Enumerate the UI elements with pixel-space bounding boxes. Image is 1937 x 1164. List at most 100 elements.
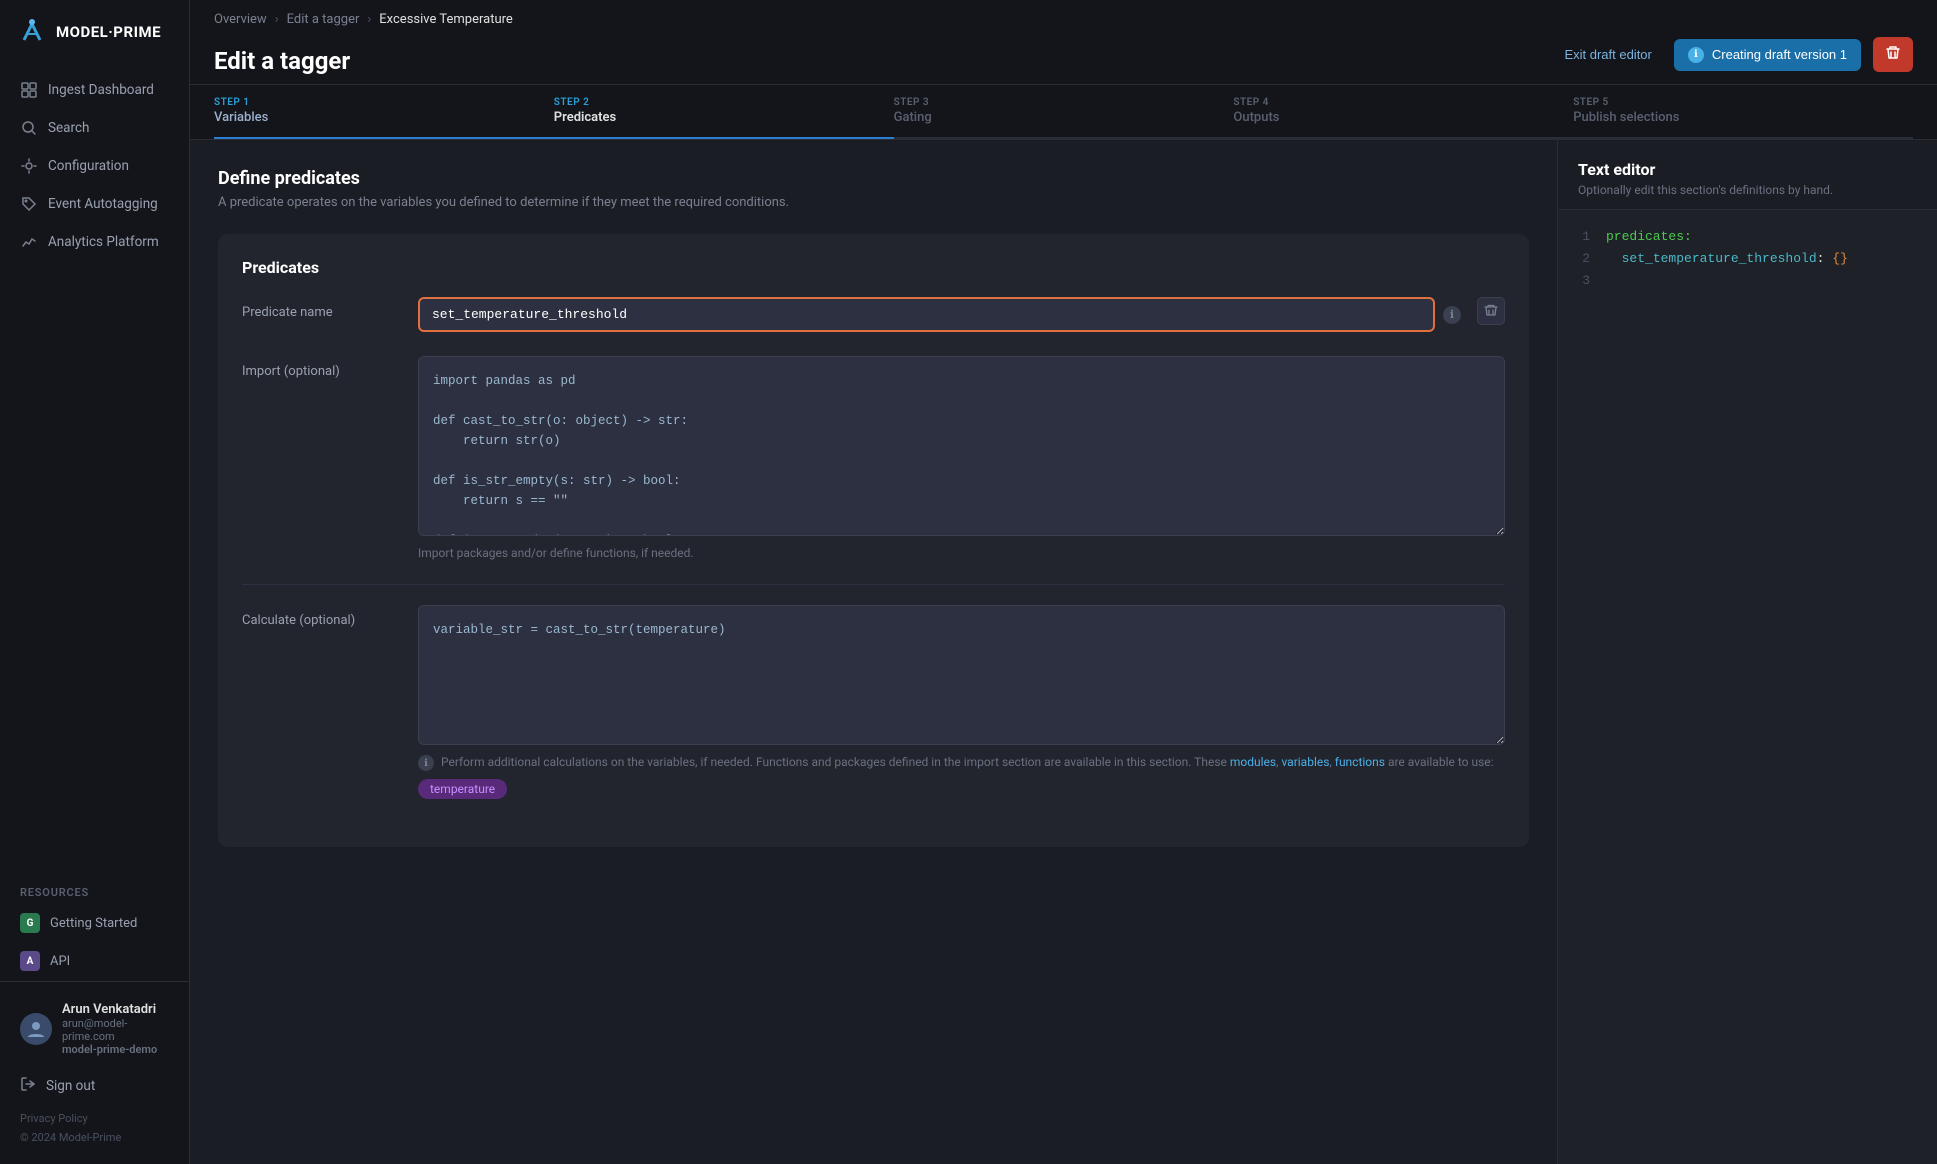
step-5-label: Publish selections [1573, 110, 1913, 125]
content-area: Define predicates A predicate operates o… [190, 140, 1937, 1164]
user-org: model-prime-demo [62, 1043, 169, 1056]
calculate-textarea[interactable]: variable_str = cast_to_str(temperature) [418, 605, 1505, 745]
breadcrumb-sep-2: › [367, 12, 371, 27]
predicate-name-input-wrap: ℹ [418, 297, 1461, 332]
sign-out-label: Sign out [46, 1078, 95, 1094]
functions-link[interactable]: functions [1335, 755, 1385, 769]
sidebar-item-api[interactable]: A API [8, 943, 181, 979]
line-num-3: 3 [1574, 270, 1590, 292]
sidebar-item-analytics-platform[interactable]: Analytics Platform [8, 224, 181, 260]
predicates-card: Predicates Predicate name ℹ [218, 234, 1529, 847]
predicate-name-row: Predicate name ℹ [242, 297, 1505, 332]
breadcrumb-overview[interactable]: Overview [214, 12, 267, 27]
predicate-delete-row-button[interactable] [1477, 297, 1505, 325]
breadcrumb: Overview › Edit a tagger › Excessive Tem… [214, 12, 1913, 27]
sidebar-nav: Ingest Dashboard Search Configuration [0, 68, 189, 870]
step-4[interactable]: STEP 4 Outputs [1233, 85, 1573, 139]
calculate-row: Calculate (optional) variable_str = cast… [242, 605, 1505, 799]
code-line-1: 1 predicates: [1574, 226, 1921, 248]
analytics-icon [20, 233, 38, 251]
sidebar-item-ingest-dashboard-label: Ingest Dashboard [48, 82, 154, 98]
divider [242, 584, 1505, 585]
step-1-label: Variables [214, 110, 554, 125]
calculate-code-field: variable_str = cast_to_str(temperature) … [418, 605, 1505, 799]
resources-section: Resources G Getting Started A API [0, 870, 189, 981]
step-4-label: Outputs [1233, 110, 1573, 125]
getting-started-label: Getting Started [50, 916, 137, 931]
step-2[interactable]: STEP 2 Predicates [554, 85, 894, 139]
sign-out-icon [20, 1076, 36, 1096]
search-icon [20, 119, 38, 137]
import-label: Import (optional) [242, 356, 402, 379]
code-line-2: 2 set_temperature_threshold: {} [1574, 248, 1921, 270]
editor-title: Text editor [1578, 160, 1917, 179]
step-3-label: Gating [894, 110, 1234, 125]
modules-link[interactable]: modules [1230, 755, 1276, 769]
getting-started-badge: G [20, 913, 40, 933]
left-panel: Define predicates A predicate operates o… [190, 140, 1557, 1164]
sidebar-item-event-autotagging[interactable]: Event Autotagging [8, 186, 181, 222]
sidebar-item-getting-started[interactable]: G Getting Started [8, 905, 181, 941]
import-textarea[interactable]: import pandas as pd def cast_to_str(o: o… [418, 356, 1505, 536]
sidebar-item-analytics-platform-label: Analytics Platform [48, 234, 159, 250]
calc-hint-icon: ℹ [418, 755, 434, 771]
creating-draft-label: Creating draft version 1 [1712, 47, 1847, 62]
calculate-label: Calculate (optional) [242, 605, 402, 628]
logo-icon [16, 16, 48, 48]
line-content-1: predicates: [1606, 226, 1692, 248]
calculate-hint-suffix: are available to use: [1388, 755, 1494, 769]
import-row: Import (optional) import pandas as pd de… [242, 356, 1505, 560]
draft-icon: ℹ [1688, 47, 1704, 63]
breadcrumb-sep-1: › [275, 12, 279, 27]
exit-draft-button[interactable]: Exit draft editor [1554, 41, 1661, 68]
step-5[interactable]: STEP 5 Publish selections [1573, 85, 1913, 139]
steps-bar: STEP 1 Variables STEP 2 Predicates STEP … [190, 85, 1937, 140]
sidebar-item-search-label: Search [48, 120, 89, 136]
sidebar-item-configuration[interactable]: Configuration [8, 148, 181, 184]
calculate-hint: ℹ Perform additional calculations on the… [418, 755, 1505, 771]
dashboard-icon [20, 81, 38, 99]
sidebar-item-search[interactable]: Search [8, 110, 181, 146]
creating-draft-button[interactable]: ℹ Creating draft version 1 [1674, 39, 1861, 71]
sidebar: MODEL·PRIME Ingest Dashboard Search [0, 0, 190, 1164]
breadcrumb-current: Excessive Temperature [379, 12, 513, 27]
breadcrumb-edit-tagger[interactable]: Edit a tagger [287, 12, 360, 27]
api-badge: A [20, 951, 40, 971]
user-info[interactable]: Arun Venkatadri arun@model-prime.com mod… [8, 994, 181, 1064]
user-details: Arun Venkatadri arun@model-prime.com mod… [62, 1002, 169, 1056]
user-email: arun@model-prime.com [62, 1017, 169, 1043]
step-2-number: STEP 2 [554, 97, 894, 108]
sidebar-item-event-autotagging-label: Event Autotagging [48, 196, 158, 212]
step-3[interactable]: STEP 3 Gating [894, 85, 1234, 139]
step-1[interactable]: STEP 1 Variables [214, 85, 554, 139]
section-desc: A predicate operates on the variables yo… [218, 195, 1529, 210]
delete-button[interactable] [1873, 37, 1913, 72]
sign-out-button[interactable]: Sign out [8, 1068, 181, 1104]
predicate-name-input[interactable] [418, 297, 1435, 332]
right-panel: Text editor Optionally edit this section… [1557, 140, 1937, 1164]
line-content-2: set_temperature_threshold: {} [1606, 248, 1848, 270]
sidebar-item-ingest-dashboard[interactable]: Ingest Dashboard [8, 72, 181, 108]
tag-icon [20, 195, 38, 213]
text-editor-code[interactable]: 1 predicates: 2 set_temperature_threshol… [1558, 210, 1937, 1164]
logo[interactable]: MODEL·PRIME [0, 0, 189, 68]
editor-desc: Optionally edit this section's definitio… [1578, 183, 1917, 197]
resources-label: Resources [0, 870, 189, 905]
header-row: Edit a tagger Exit draft editor ℹ Creati… [214, 37, 1913, 84]
api-label: API [50, 954, 70, 969]
header-actions: Exit draft editor ℹ Creating draft versi… [1554, 37, 1913, 84]
import-code-field: import pandas as pd def cast_to_str(o: o… [418, 356, 1505, 560]
avatar [20, 1013, 52, 1045]
step-2-label: Predicates [554, 110, 894, 125]
step-5-number: STEP 5 [1573, 97, 1913, 108]
step-4-number: STEP 4 [1233, 97, 1573, 108]
sidebar-item-configuration-label: Configuration [48, 158, 129, 174]
privacy-policy-link[interactable]: Privacy Policy [8, 1104, 181, 1129]
header: Overview › Edit a tagger › Excessive Tem… [190, 0, 1937, 85]
tag-temperature: temperature [418, 779, 507, 799]
variables-link[interactable]: variables [1281, 755, 1329, 769]
predicate-name-info-icon[interactable]: ℹ [1443, 306, 1461, 324]
code-line-3: 3 [1574, 270, 1921, 292]
sidebar-bottom: Arun Venkatadri arun@model-prime.com mod… [0, 981, 189, 1164]
config-icon [20, 157, 38, 175]
